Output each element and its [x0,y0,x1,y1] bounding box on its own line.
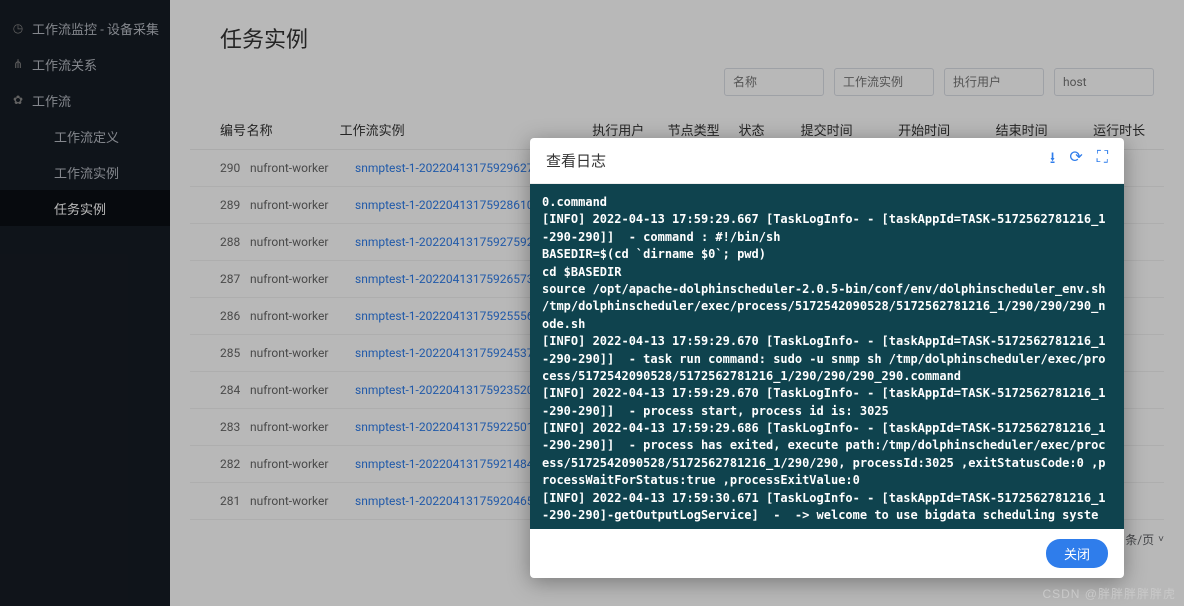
refresh-icon[interactable]: ⟳ [1069,147,1082,174]
flow-link[interactable]: snmptest-1-20220413175923520 [355,383,534,397]
cell-name: nufront-worker [250,494,355,508]
filter-flow[interactable] [834,68,934,96]
modal-title: 查看日志 [546,150,606,171]
page-title: 任务实例 [220,22,1164,54]
menu-icon: ◷ [10,20,26,36]
col-state: 状态 [739,120,801,139]
sidebar-item-label: 工作流实例 [54,163,119,182]
cell-id: 289 [190,198,250,212]
download-icon[interactable]: ⭳ [1050,147,1056,174]
cell-name: nufront-worker [250,383,355,397]
flow-link[interactable]: snmptest-1-20220413175924537 [355,346,534,360]
sidebar-item-0[interactable]: ◷ 工作流监控 - 设备采集 [0,10,170,46]
filter-name[interactable] [724,68,824,96]
flow-link[interactable]: snmptest-1-20220413175926573 [355,272,534,286]
cell-id: 281 [190,494,250,508]
cell-id: 286 [190,309,250,323]
flow-link[interactable]: snmptest-1-20220413175922501 [355,420,534,434]
cell-name: nufront-worker [250,346,355,360]
cell-name: nufront-worker [250,457,355,471]
sidebar-item-2[interactable]: ✿ 工作流 [0,82,170,118]
cell-id: 284 [190,383,250,397]
cell-id: 283 [190,420,250,434]
cell-name: nufront-worker [250,420,355,434]
sidebar-item-label: 任务实例 [54,199,106,218]
cell-name: nufront-worker [250,198,355,212]
modal-header: 查看日志 ⭳ ⟳ ⛶ [530,138,1124,184]
menu-icon: ⋔ [10,56,26,72]
sidebar-item-4[interactable]: 工作流实例 [0,154,170,190]
sidebar: ◷ 工作流监控 - 设备采集 ⋔ 工作流关系 ✿ 工作流工作流定义工作流实例任务实例 [0,0,170,606]
cell-id: 285 [190,346,250,360]
cell-name: nufront-worker [250,161,355,175]
fullscreen-icon[interactable]: ⛶ [1097,147,1108,174]
col-user: 执行用户 [592,120,667,139]
col-submit: 提交时间 [801,120,899,139]
col-node: 节点类型 [668,120,739,139]
chevron-down-icon: ˅ [1158,534,1164,545]
col-name: 名称 [247,120,340,139]
cell-id: 288 [190,235,250,249]
sidebar-item-3[interactable]: 工作流定义 [0,118,170,154]
sidebar-item-5[interactable]: 任务实例 [0,190,170,226]
pager-per-page: 条/页 [1125,531,1154,548]
sidebar-item-label: 工作流定义 [54,127,119,146]
cell-name: nufront-worker [250,272,355,286]
modal-actions: ⭳ ⟳ ⛶ [1050,147,1108,174]
cell-id: 282 [190,457,250,471]
sidebar-item-label: 工作流关系 [32,55,97,74]
filter-host[interactable] [1054,68,1154,96]
sidebar-item-label: 工作流 [32,91,71,110]
cell-name: nufront-worker [250,309,355,323]
flow-link[interactable]: snmptest-1-20220413175928610 [355,198,534,212]
sidebar-item-label: 工作流监控 - 设备采集 [32,19,159,38]
col-flow: 工作流实例 [340,120,593,139]
filter-user[interactable] [944,68,1044,96]
filter-bar [190,68,1164,96]
log-body[interactable]: 0.command [INFO] 2022-04-13 17:59:29.667… [530,184,1124,529]
menu-icon [32,200,48,216]
flow-link[interactable]: snmptest-1-20220413175929627 [355,161,534,175]
modal-footer: 关闭 [530,529,1124,578]
sidebar-item-1[interactable]: ⋔ 工作流关系 [0,46,170,82]
menu-icon [32,164,48,180]
watermark: CSDN @胖胖胖胖胖虎 [1042,585,1176,602]
menu-icon: ✿ [10,92,26,108]
flow-link[interactable]: snmptest-1-20220413175927592 [355,235,534,249]
cell-id: 287 [190,272,250,286]
col-id: 编号 [190,120,247,139]
pager[interactable]: 条/页 ˅ [1125,531,1164,548]
log-modal: 查看日志 ⭳ ⟳ ⛶ 0.command [INFO] 2022-04-13 1… [530,138,1124,578]
close-button[interactable]: 关闭 [1046,539,1108,568]
menu-icon [32,128,48,144]
col-end: 结束时间 [996,120,1094,139]
col-dur: 运行时长 [1093,120,1164,139]
flow-link[interactable]: snmptest-1-20220413175920465 [355,494,534,508]
col-start: 开始时间 [898,120,996,139]
cell-name: nufront-worker [250,235,355,249]
flow-link[interactable]: snmptest-1-20220413175925556 [355,309,534,323]
cell-id: 290 [190,161,250,175]
flow-link[interactable]: snmptest-1-20220413175921484 [355,457,534,471]
